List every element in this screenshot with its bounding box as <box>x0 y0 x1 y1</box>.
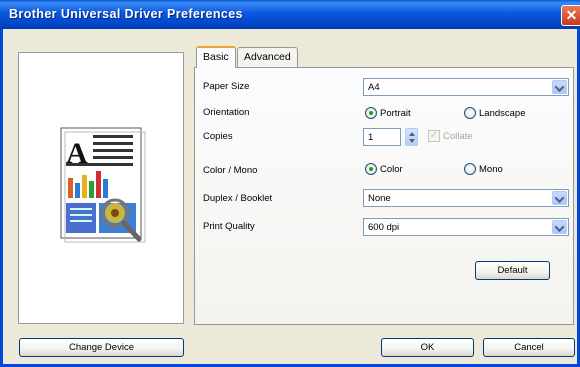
close-button[interactable]: ✕ <box>561 5 580 26</box>
copies-field[interactable]: 1 <box>363 128 401 146</box>
ok-button[interactable]: OK <box>381 338 474 357</box>
portrait-label: Portrait <box>380 108 411 119</box>
print-quality-select[interactable]: 600 dpi <box>363 218 569 236</box>
duplex-booklet-value: None <box>368 193 391 204</box>
landscape-label: Landscape <box>479 108 526 119</box>
close-icon: ✕ <box>565 7 578 23</box>
color-label: Color <box>380 164 403 175</box>
chevron-down-icon[interactable] <box>552 191 567 205</box>
copies-stepper[interactable] <box>405 128 418 146</box>
mono-radio[interactable] <box>464 163 476 175</box>
chevron-down-icon[interactable] <box>552 220 567 234</box>
print-preview-panel: A <box>18 52 184 324</box>
landscape-radio[interactable] <box>464 107 476 119</box>
collate-checkbox[interactable]: ✓ <box>428 130 440 142</box>
tab-basic[interactable]: Basic <box>196 46 236 68</box>
chevron-down-icon[interactable] <box>552 80 567 94</box>
print-quality-label: Print Quality <box>203 221 255 232</box>
window-frame-left <box>0 29 3 367</box>
portrait-radio[interactable] <box>365 107 377 119</box>
title-bar: Brother Universal Driver Preferences ✕ <box>0 0 580 29</box>
duplex-booklet-select[interactable]: None <box>363 189 569 207</box>
orientation-label: Orientation <box>203 107 250 118</box>
color-mono-label: Color / Mono <box>203 165 258 176</box>
stepper-up-icon[interactable] <box>409 132 415 136</box>
window-title: Brother Universal Driver Preferences <box>9 7 243 21</box>
paper-size-value: A4 <box>368 82 380 93</box>
paper-size-select[interactable]: A4 <box>363 78 569 96</box>
cancel-button[interactable]: Cancel <box>483 338 575 357</box>
mono-label: Mono <box>479 164 503 175</box>
print-quality-value: 600 dpi <box>368 222 400 233</box>
change-device-button[interactable]: Change Device <box>19 338 184 357</box>
stepper-down-icon[interactable] <box>409 139 415 143</box>
paper-size-label: Paper Size <box>203 81 250 92</box>
copies-value: 1 <box>368 132 374 143</box>
collate-label: Collate <box>443 131 473 142</box>
color-radio[interactable] <box>365 163 377 175</box>
duplex-booklet-label: Duplex / Booklet <box>203 193 273 204</box>
default-button[interactable]: Default <box>475 261 550 280</box>
copies-label: Copies <box>203 131 233 142</box>
document-preview-icon: A <box>60 127 146 243</box>
tab-advanced[interactable]: Advanced <box>237 47 298 67</box>
